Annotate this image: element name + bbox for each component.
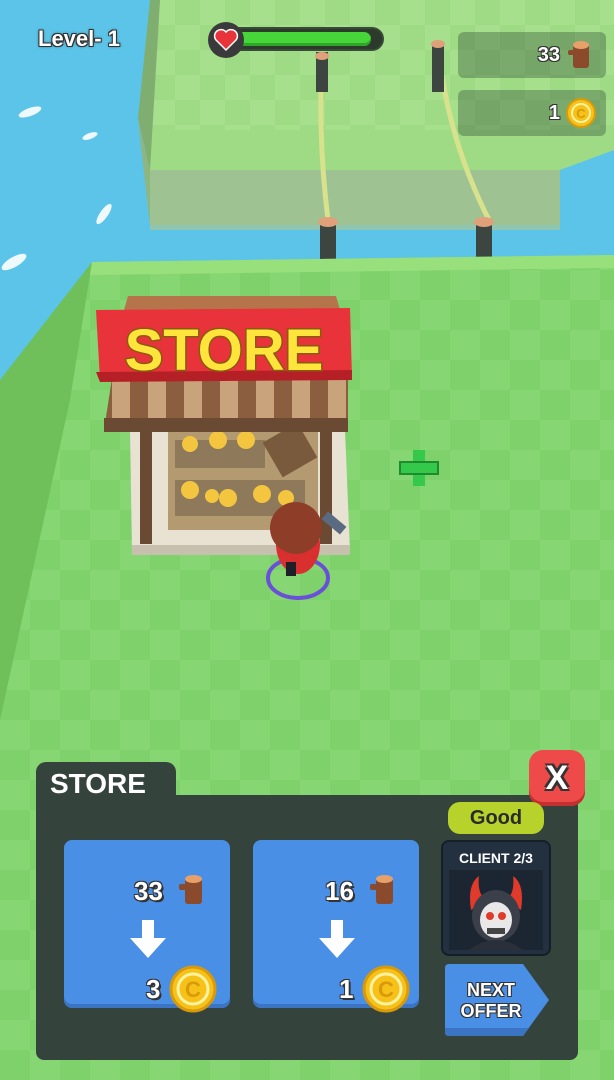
coin-icon: C [566,98,596,128]
heart-icon [208,22,244,58]
client-rating-badge: Good [448,802,544,834]
store-panel-title: STORE [50,768,146,799]
offer-1-coin-amount: 3 [146,974,161,1004]
health-bar-fill [232,32,371,46]
store-sign-text: STORE [125,318,324,383]
health-bar-track [226,27,384,51]
wood-log-icon [179,875,202,904]
wood-count: 33 [537,44,560,66]
health-bar [208,22,384,58]
wood-log-icon [370,875,393,904]
coin-counter: 1 C [458,90,606,136]
coin-icon: C [169,965,217,1013]
client-card: CLIENT 2/3 [441,840,551,956]
offer-2-wood-amount: 16 [325,876,354,906]
svg-text:C: C [378,977,394,1002]
wood-counter: 33 [458,32,606,78]
arrow-down-icon [319,920,355,958]
client-counter: CLIENT 2/3 [459,850,533,866]
close-icon: X [545,758,569,797]
svg-text:C: C [576,106,586,121]
offer-card-1[interactable]: 33 3 C [64,840,230,1013]
level-label: Level- 1 [38,26,120,51]
offer-2-coin-amount: 1 [339,974,354,1004]
svg-text:C: C [185,977,201,1002]
close-button[interactable]: X [529,750,585,806]
coin-count: 1 [548,102,560,124]
next-offer-label: NEXT OFFER [460,980,522,1021]
arrow-down-icon [130,920,166,958]
client-portrait [449,870,543,950]
offer-card-2[interactable]: 16 1 C [253,840,419,1013]
coin-icon: C [362,965,410,1013]
wood-log-icon [568,41,589,68]
next-offer-button[interactable]: NEXT OFFER [443,962,551,1038]
offer-1-wood-amount: 33 [134,876,163,906]
